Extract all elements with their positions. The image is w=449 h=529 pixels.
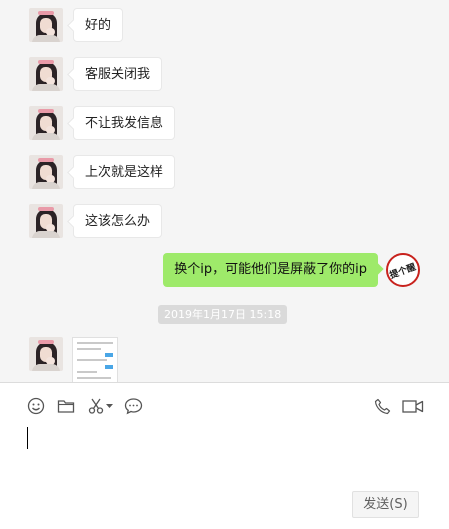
video-icon[interactable] — [401, 395, 425, 417]
sender-avatar[interactable]: 提个醒 — [386, 253, 420, 287]
image-message-thumbnail[interactable] — [72, 337, 118, 382]
chevron-down-icon[interactable] — [104, 395, 114, 417]
composer-toolbar — [0, 395, 449, 417]
text-caret — [27, 427, 28, 449]
scissors-icon[interactable] — [86, 395, 106, 417]
incoming-message-bubble[interactable]: 上次就是这样 — [73, 155, 176, 189]
message-input[interactable] — [20, 423, 430, 483]
incoming-message-bubble[interactable]: 不让我发信息 — [73, 106, 176, 140]
send-button[interactable]: 发送(S) — [352, 491, 419, 518]
message-composer: 发送(S) — [0, 382, 449, 529]
folder-icon[interactable] — [56, 395, 76, 417]
contact-avatar[interactable] — [29, 106, 63, 140]
chat-history[interactable]: 好的 客服关闭我 不让我发信息 上次就是这样 这该怎么办 换个ip，可能他们是屏… — [0, 0, 449, 382]
contact-avatar[interactable] — [29, 204, 63, 238]
incoming-message-bubble[interactable]: 客服关闭我 — [73, 57, 163, 91]
incoming-message-bubble[interactable]: 好的 — [73, 8, 124, 42]
phone-icon[interactable] — [372, 395, 392, 417]
emoji-icon[interactable] — [26, 395, 46, 417]
timestamp-badge: 2019年1月17日 15:18 — [158, 305, 288, 324]
stamp-text: 提个醒 — [389, 262, 418, 281]
message-row-outgoing: 换个ip，可能他们是屏蔽了你的ip 提个醒 — [120, 253, 420, 289]
contact-avatar[interactable] — [29, 337, 63, 371]
contact-avatar[interactable] — [29, 8, 63, 42]
chat-bubble-icon[interactable] — [123, 395, 143, 417]
incoming-message-bubble[interactable]: 这该怎么办 — [73, 204, 163, 238]
contact-avatar[interactable] — [29, 155, 63, 189]
outgoing-message-bubble[interactable]: 换个ip，可能他们是屏蔽了你的ip — [163, 253, 378, 287]
contact-avatar[interactable] — [29, 57, 63, 91]
